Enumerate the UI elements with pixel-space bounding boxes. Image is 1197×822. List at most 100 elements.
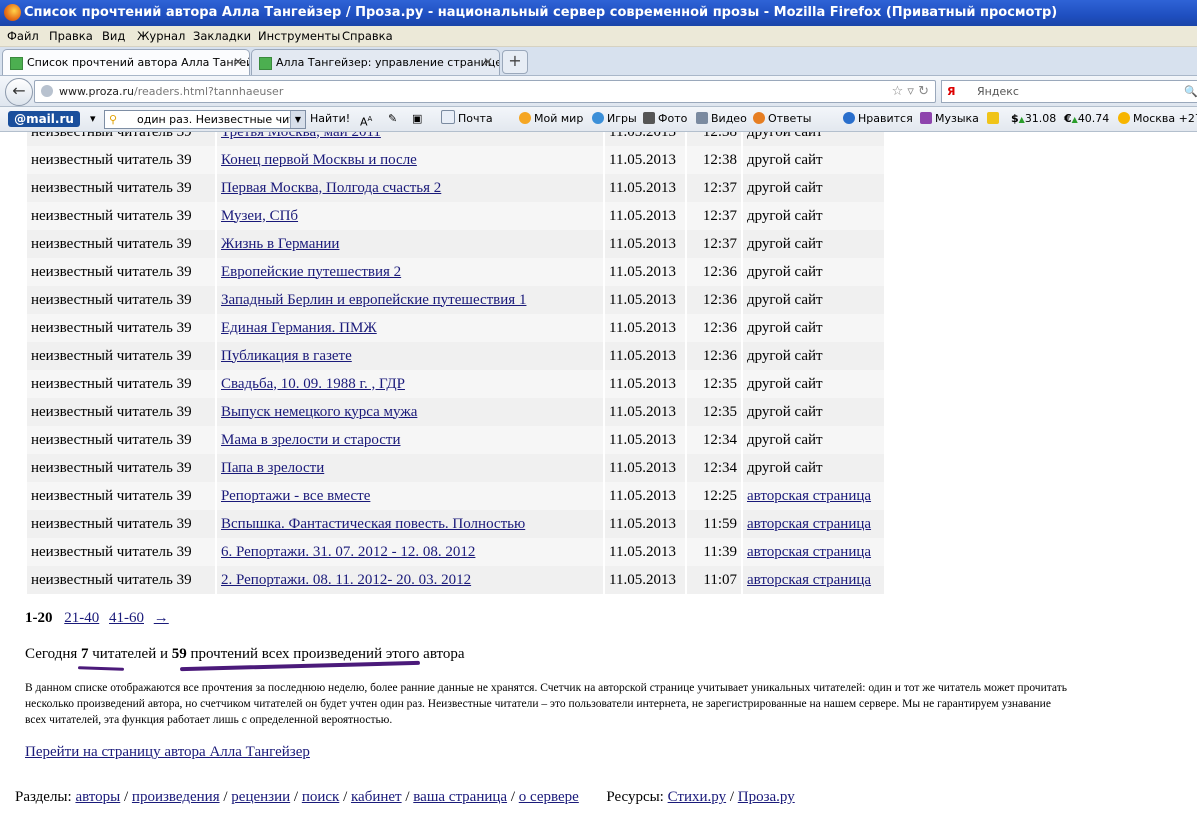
mailru-search-select[interactable]: ⚲ один раз. Неизвестные чита ▼ bbox=[104, 110, 306, 129]
tab-readers[interactable]: Список прочтений автора Алла Тангей... ✕ bbox=[2, 49, 250, 75]
source-text: другой сайт bbox=[747, 459, 823, 476]
footer-link-stihi[interactable]: Стихи.ру bbox=[668, 789, 726, 805]
answers-label: Ответы bbox=[768, 112, 812, 125]
source-link[interactable]: авторская страница bbox=[747, 544, 871, 560]
work-title-link[interactable]: 6. Репортажи. 31. 07. 2012 - 12. 08. 201… bbox=[221, 544, 475, 560]
source-link[interactable]: авторская страница bbox=[747, 572, 871, 588]
music-link[interactable]: Музыка bbox=[920, 107, 979, 131]
close-tab-icon[interactable]: ✕ bbox=[483, 50, 493, 75]
work-title-link[interactable]: Мама в зрелости и старости bbox=[221, 432, 401, 448]
read-date: 11.05.2013 bbox=[609, 263, 676, 280]
address-bar[interactable]: www.proza.ru/readers.html?tannhaeuser ☆ … bbox=[34, 80, 936, 103]
table-cell: Выпуск немецкого курса мужа bbox=[217, 398, 603, 426]
work-title-link[interactable]: Выпуск немецкого курса мужа bbox=[221, 404, 417, 420]
table-cell: 11.05.2013 bbox=[605, 370, 685, 398]
reader-name: неизвестный читатель 39 bbox=[31, 291, 192, 308]
work-title-link[interactable]: Публикация в газете bbox=[221, 348, 352, 364]
tab-manage-page[interactable]: Алла Тангейзер: управление странице... ✕ bbox=[251, 49, 500, 75]
photo-link[interactable]: Фото bbox=[643, 107, 687, 131]
read-date: 11.05.2013 bbox=[609, 459, 676, 476]
bookmark-star-icon[interactable]: ☆ bbox=[892, 84, 904, 99]
work-title-link[interactable]: Западный Берлин и европейские путешестви… bbox=[221, 292, 526, 308]
page-next-link[interactable]: → bbox=[154, 610, 169, 626]
menu-bookmarks[interactable]: Закладки bbox=[193, 26, 251, 46]
work-title-link[interactable]: Музеи, СПб bbox=[221, 208, 298, 224]
footer: Разделы: авторы / произведения / рецензи… bbox=[15, 789, 795, 805]
table-cell: другой сайт bbox=[743, 454, 884, 482]
highlight-icon[interactable]: ✎ bbox=[388, 107, 397, 131]
table-cell: 12:35 bbox=[687, 398, 741, 426]
table-cell: другой сайт bbox=[743, 286, 884, 314]
footer-link-about[interactable]: о сервере bbox=[519, 789, 579, 805]
work-title-link[interactable]: Жизнь в Германии bbox=[221, 236, 339, 252]
work-title-link[interactable]: Свадьба, 10. 09. 1988 г. , ГДР bbox=[221, 376, 405, 392]
like-link[interactable]: Нравится bbox=[843, 107, 913, 131]
table-cell: неизвестный читатель 39 bbox=[27, 370, 215, 398]
games-link[interactable]: Игры bbox=[592, 107, 637, 131]
footer-link-reviews[interactable]: рецензии bbox=[231, 789, 290, 805]
table-cell: 11:07 bbox=[687, 566, 741, 594]
table-cell: другой сайт bbox=[743, 370, 884, 398]
menu-view[interactable]: Вид bbox=[102, 26, 125, 46]
source-link[interactable]: авторская страница bbox=[747, 516, 871, 532]
table-cell: неизвестный читатель 39 bbox=[27, 314, 215, 342]
footer-link-proza[interactable]: Проза.ру bbox=[738, 789, 795, 805]
work-title-link[interactable]: Репортажи - все вместе bbox=[221, 488, 370, 504]
myworld-link[interactable]: Мой мир bbox=[519, 107, 583, 131]
footer-link-cabinet[interactable]: кабинет bbox=[351, 789, 402, 805]
table-cell: 12:35 bbox=[687, 370, 741, 398]
work-title-link[interactable]: Европейские путешествия 2 bbox=[221, 264, 401, 280]
yandex-icon[interactable]: Я bbox=[947, 81, 955, 102]
source-link[interactable]: авторская страница bbox=[747, 488, 871, 504]
mailru-menu-icon[interactable]: ▾ bbox=[90, 107, 96, 131]
back-arrow-icon: ← bbox=[12, 81, 26, 100]
answers-link[interactable]: Ответы bbox=[753, 107, 811, 131]
reader-name: неизвестный читатель 39 bbox=[31, 459, 192, 476]
menu-history[interactable]: Журнал bbox=[137, 26, 185, 46]
video-link[interactable]: Видео bbox=[696, 107, 747, 131]
footer-link-your-page[interactable]: ваша страница bbox=[413, 789, 507, 805]
menu-file[interactable]: Файл bbox=[7, 26, 39, 46]
page-link-41-60[interactable]: 41-60 bbox=[109, 610, 144, 626]
dropdown-icon[interactable]: ▿ bbox=[907, 84, 914, 99]
chevron-down-icon[interactable]: ▼ bbox=[290, 111, 305, 128]
search-box[interactable]: Я Яндекс 🔍 bbox=[941, 80, 1197, 103]
text-size-icon[interactable]: AA bbox=[360, 107, 372, 131]
menu-edit[interactable]: Правка bbox=[49, 26, 93, 46]
close-tab-icon[interactable]: ✕ bbox=[233, 50, 243, 75]
search-icon[interactable]: 🔍 bbox=[1184, 81, 1197, 102]
footer-link-works[interactable]: произведения bbox=[132, 789, 220, 805]
table-cell: 11.05.2013 bbox=[605, 566, 685, 594]
usd-rate[interactable]: $▲31.08 bbox=[1011, 107, 1056, 131]
video-label: Видео bbox=[711, 112, 747, 125]
myworld-label: Мой мир bbox=[534, 112, 584, 125]
author-page-link[interactable]: Перейти на страницу автора Алла Тангейзе… bbox=[25, 744, 310, 761]
menu-tools[interactable]: Инструменты bbox=[258, 26, 340, 46]
window-title: Список прочтений автора Алла Тангейзер /… bbox=[24, 5, 1058, 20]
back-button[interactable]: ← bbox=[5, 78, 33, 106]
page-current: 1-20 bbox=[25, 610, 53, 626]
weather-link[interactable]: Москва +27° bbox=[1118, 107, 1197, 131]
work-title-link[interactable]: Единая Германия. ПМЖ bbox=[221, 320, 377, 336]
work-title-link[interactable]: 2. Репортажи. 08. 11. 2012- 20. 03. 2012 bbox=[221, 572, 471, 588]
window-titlebar: Список прочтений автора Алла Тангейзер /… bbox=[0, 0, 1197, 26]
menu-help[interactable]: Справка bbox=[342, 26, 393, 46]
page-link-21-40[interactable]: 21-40 bbox=[64, 610, 99, 626]
work-title-link[interactable]: Третья Москва, май 2011 bbox=[221, 132, 381, 140]
work-title-link[interactable]: Первая Москва, Полгода счастья 2 bbox=[221, 180, 441, 196]
footer-link-search[interactable]: поиск bbox=[302, 789, 340, 805]
footer-link-authors[interactable]: авторы bbox=[75, 789, 120, 805]
mail-link[interactable]: Почта bbox=[441, 107, 493, 131]
work-title-link[interactable]: Папа в зрелости bbox=[221, 460, 324, 476]
mailru-logo[interactable]: @mail.ru bbox=[8, 111, 80, 127]
copy-icon[interactable]: ▣ bbox=[412, 107, 422, 131]
work-title-link[interactable]: Конец первой Москвы и после bbox=[221, 152, 417, 168]
reads-table: неизвестный читатель 39 Третья Москва, ма… bbox=[25, 132, 886, 594]
work-title-link[interactable]: Вспышка. Фантастическая повесть. Полност… bbox=[221, 516, 525, 532]
reload-icon[interactable]: ↻ bbox=[918, 84, 929, 99]
new-tab-button[interactable]: + bbox=[502, 50, 528, 74]
card-icon[interactable] bbox=[987, 107, 1002, 131]
eur-rate[interactable]: €▲40.74 bbox=[1064, 107, 1109, 131]
search-input[interactable]: Яндекс bbox=[977, 81, 1019, 102]
find-button[interactable]: Найти! bbox=[310, 107, 350, 131]
